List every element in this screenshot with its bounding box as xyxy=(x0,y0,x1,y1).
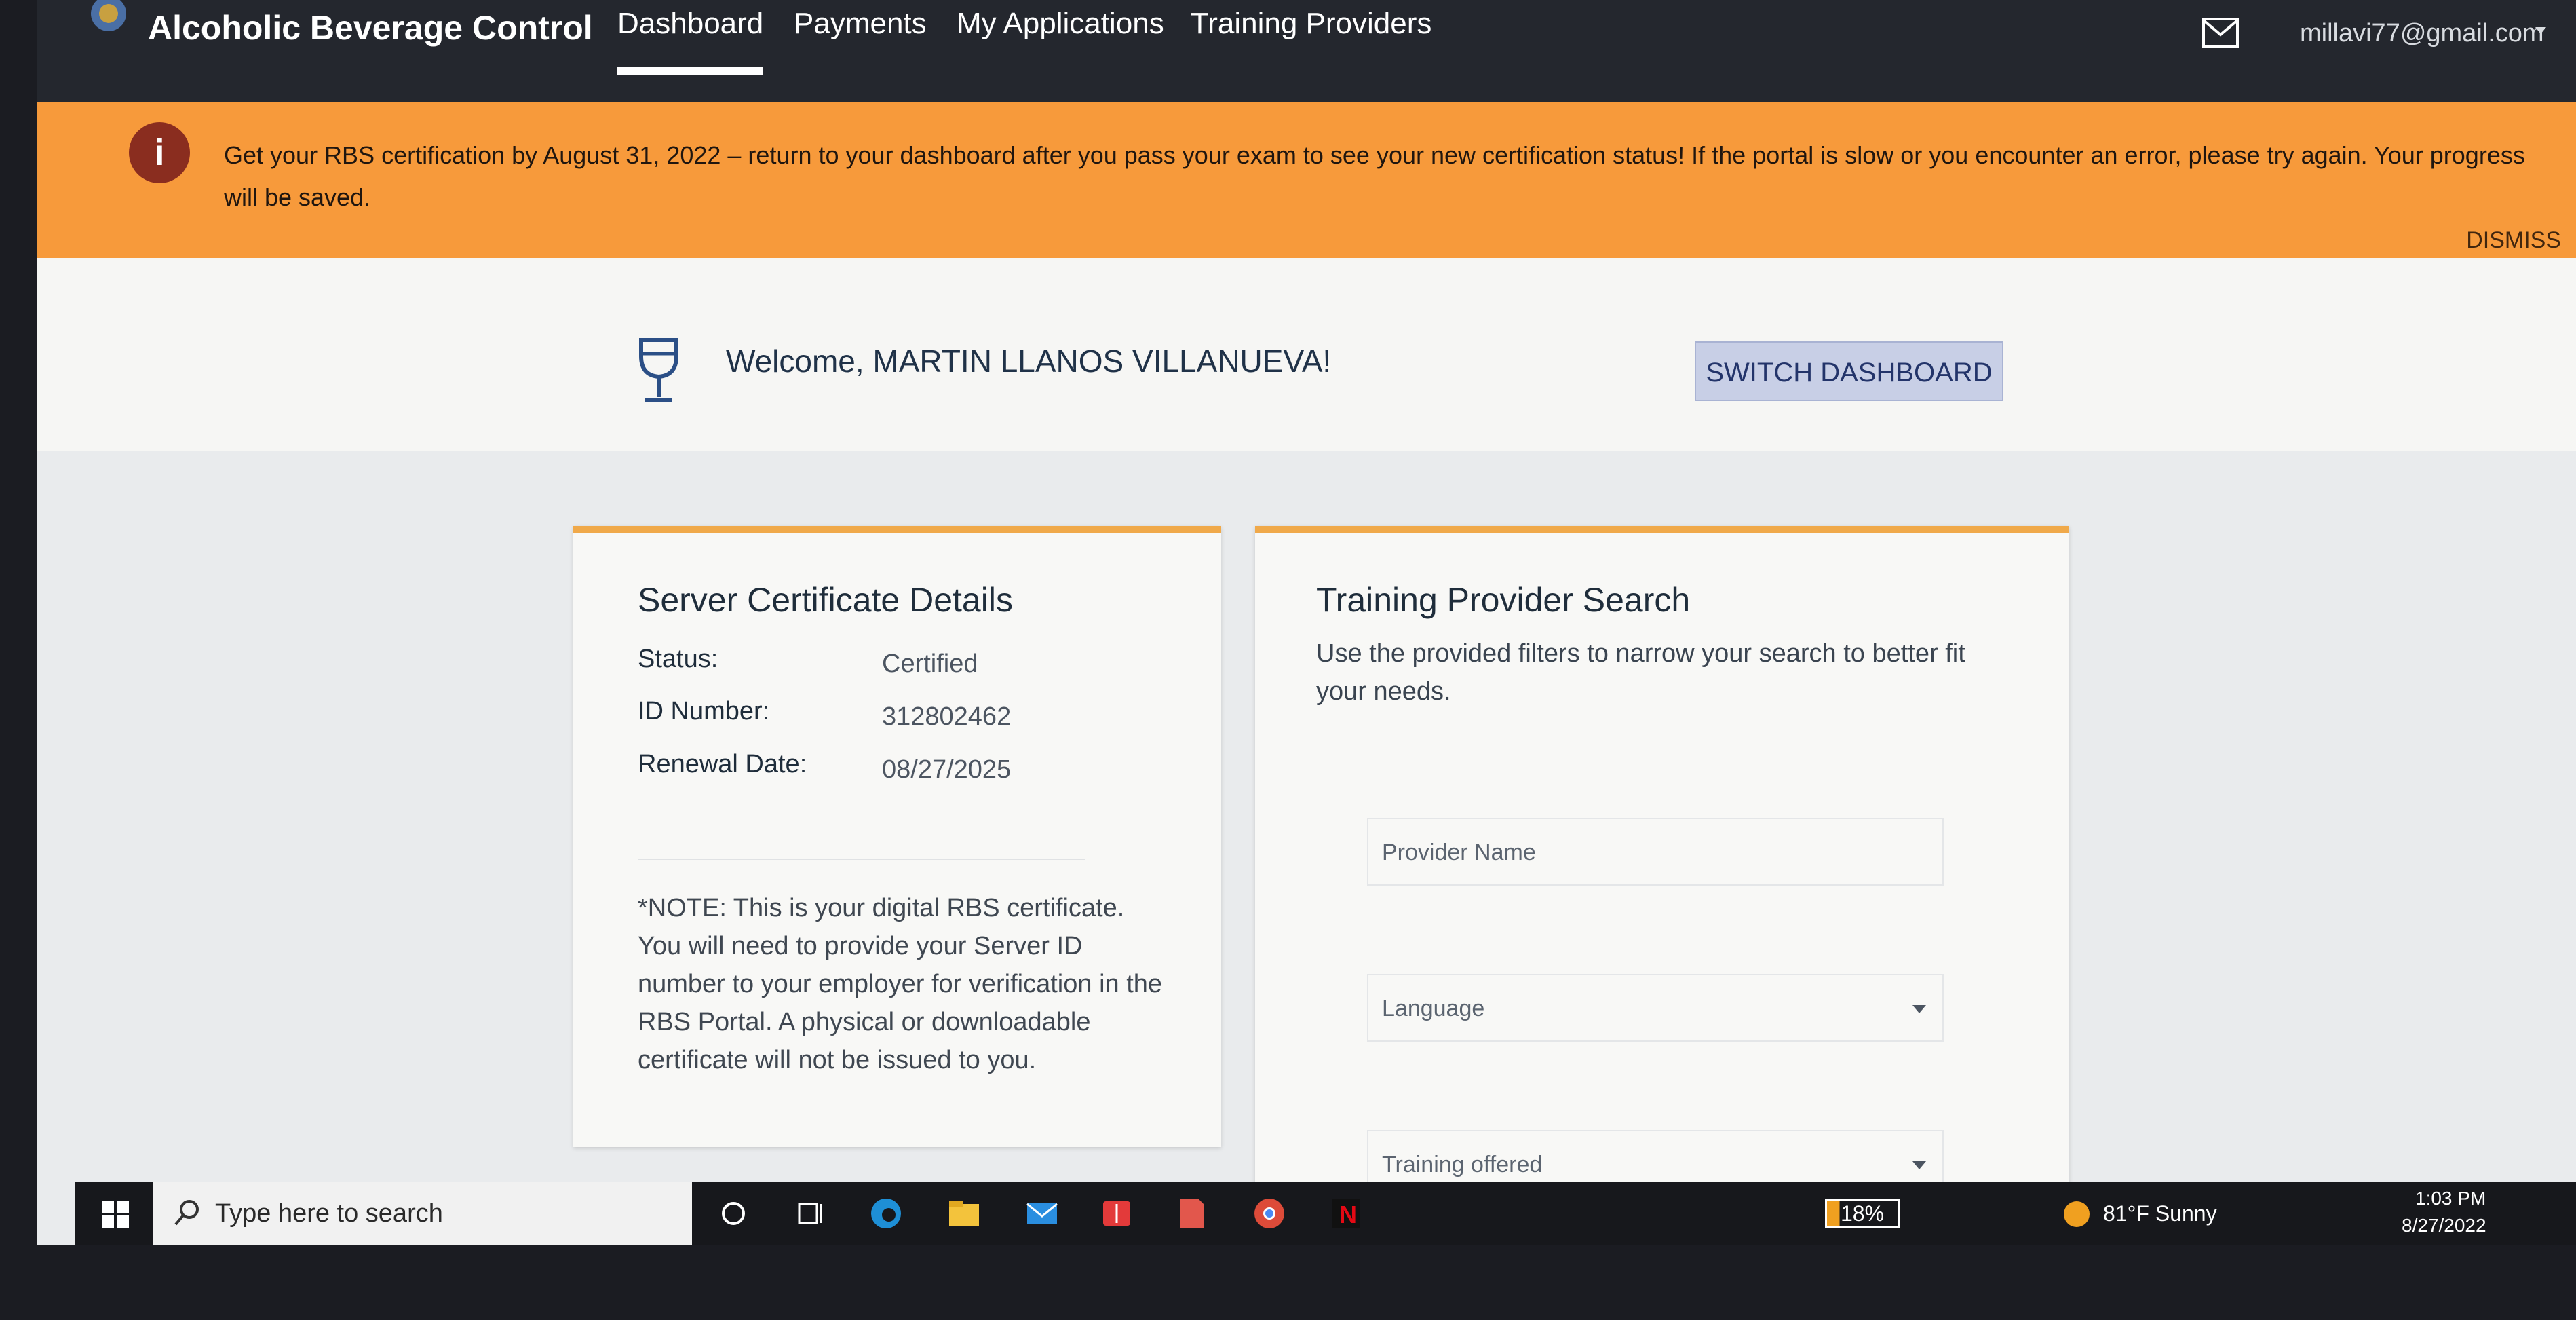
browser-screen: Alcoholic Beverage Control Dashboard Pay… xyxy=(37,0,2576,1245)
battery-indicator[interactable]: 18% xyxy=(1825,1199,1900,1228)
field-label: Provider Name xyxy=(1382,840,1536,865)
netflix-icon[interactable]: N xyxy=(1328,1196,1364,1231)
sun-weather-icon xyxy=(2064,1201,2090,1227)
svg-text:N: N xyxy=(1339,1201,1357,1228)
brand-title[interactable]: Alcoholic Beverage Control xyxy=(148,8,593,48)
banner-message: Get your RBS certification by August 31,… xyxy=(224,141,2525,211)
welcome-message: Welcome, MARTIN LLANOS VILLANUEVA! xyxy=(726,343,1332,379)
edge-browser-icon[interactable] xyxy=(868,1196,904,1231)
certificate-note: *NOTE: This is your digital RBS certific… xyxy=(638,894,1163,1074)
wine-glass-icon xyxy=(639,338,678,402)
taskbar-search-input[interactable]: Type here to search xyxy=(153,1182,692,1245)
card-title: Training Provider Search xyxy=(1316,581,1691,619)
chrome-icon[interactable] xyxy=(1252,1196,1287,1231)
alert-banner: i Get your RBS certification by August 3… xyxy=(37,102,2576,258)
id-number-label: ID Number: xyxy=(638,697,770,725)
server-certificate-card: Server Certificate Details Status: Certi… xyxy=(573,526,1221,1147)
field-label: Language xyxy=(1382,996,1485,1021)
tab-dashboard[interactable]: Dashboard xyxy=(617,7,764,75)
weather-text[interactable]: 81°F Sunny xyxy=(2103,1201,2217,1226)
cortana-icon[interactable] xyxy=(716,1196,751,1231)
renewal-date-label: Renewal Date: xyxy=(638,750,807,778)
pdf-reader-icon[interactable] xyxy=(1174,1196,1209,1231)
id-number-value: 312802462 xyxy=(882,702,1012,731)
field-label: Training offered xyxy=(1382,1152,1543,1177)
divider xyxy=(638,859,1085,860)
file-explorer-icon[interactable] xyxy=(946,1196,982,1231)
tab-payments[interactable]: Payments xyxy=(794,7,927,41)
windows-start-icon[interactable] xyxy=(102,1201,129,1228)
renewal-date-value: 08/27/2025 xyxy=(882,755,1012,784)
status-label: Status: xyxy=(638,645,718,673)
task-view-icon[interactable] xyxy=(794,1196,829,1231)
windows-taskbar: Type here to search N 18% 81°F Sunny 1:0… xyxy=(75,1182,2576,1245)
search-icon xyxy=(174,1200,199,1226)
top-navigation: Alcoholic Beverage Control Dashboard Pay… xyxy=(37,0,2576,102)
search-description: Use the provided filters to narrow your … xyxy=(1316,639,1965,706)
clock-date[interactable]: 8/27/2022 xyxy=(2402,1215,2486,1237)
tab-my-applications[interactable]: My Applications xyxy=(957,7,1164,41)
provider-name-input[interactable]: Provider Name xyxy=(1367,818,1944,886)
welcome-section: Welcome, MARTIN LLANOS VILLANUEVA! SWITC… xyxy=(37,258,2576,451)
chevron-down-icon[interactable] xyxy=(2535,27,2546,34)
info-icon: i xyxy=(129,122,190,183)
chevron-down-icon xyxy=(1912,1161,1926,1169)
dismiss-button[interactable]: DISMISS xyxy=(2466,227,2561,254)
training-provider-search-card: Training Provider Search Use the provide… xyxy=(1255,526,2069,1245)
card-title: Server Certificate Details xyxy=(638,581,1013,619)
switch-dashboard-button[interactable]: SWITCH DASHBOARD xyxy=(1695,341,2003,401)
language-select[interactable]: Language xyxy=(1367,974,1944,1042)
tab-training-providers[interactable]: Training Providers xyxy=(1191,7,1431,41)
abc-logo-icon xyxy=(91,0,126,31)
chevron-down-icon xyxy=(1912,1005,1926,1013)
status-value: Certified xyxy=(882,649,978,678)
user-email-menu[interactable]: millavi77@gmail.com xyxy=(2300,19,2544,48)
mail-icon[interactable] xyxy=(2202,17,2239,48)
mail-app-icon[interactable] xyxy=(1024,1196,1060,1231)
book-app-icon[interactable] xyxy=(1099,1196,1134,1231)
search-placeholder: Type here to search xyxy=(215,1199,443,1228)
clock-time[interactable]: 1:03 PM xyxy=(2415,1188,2486,1209)
